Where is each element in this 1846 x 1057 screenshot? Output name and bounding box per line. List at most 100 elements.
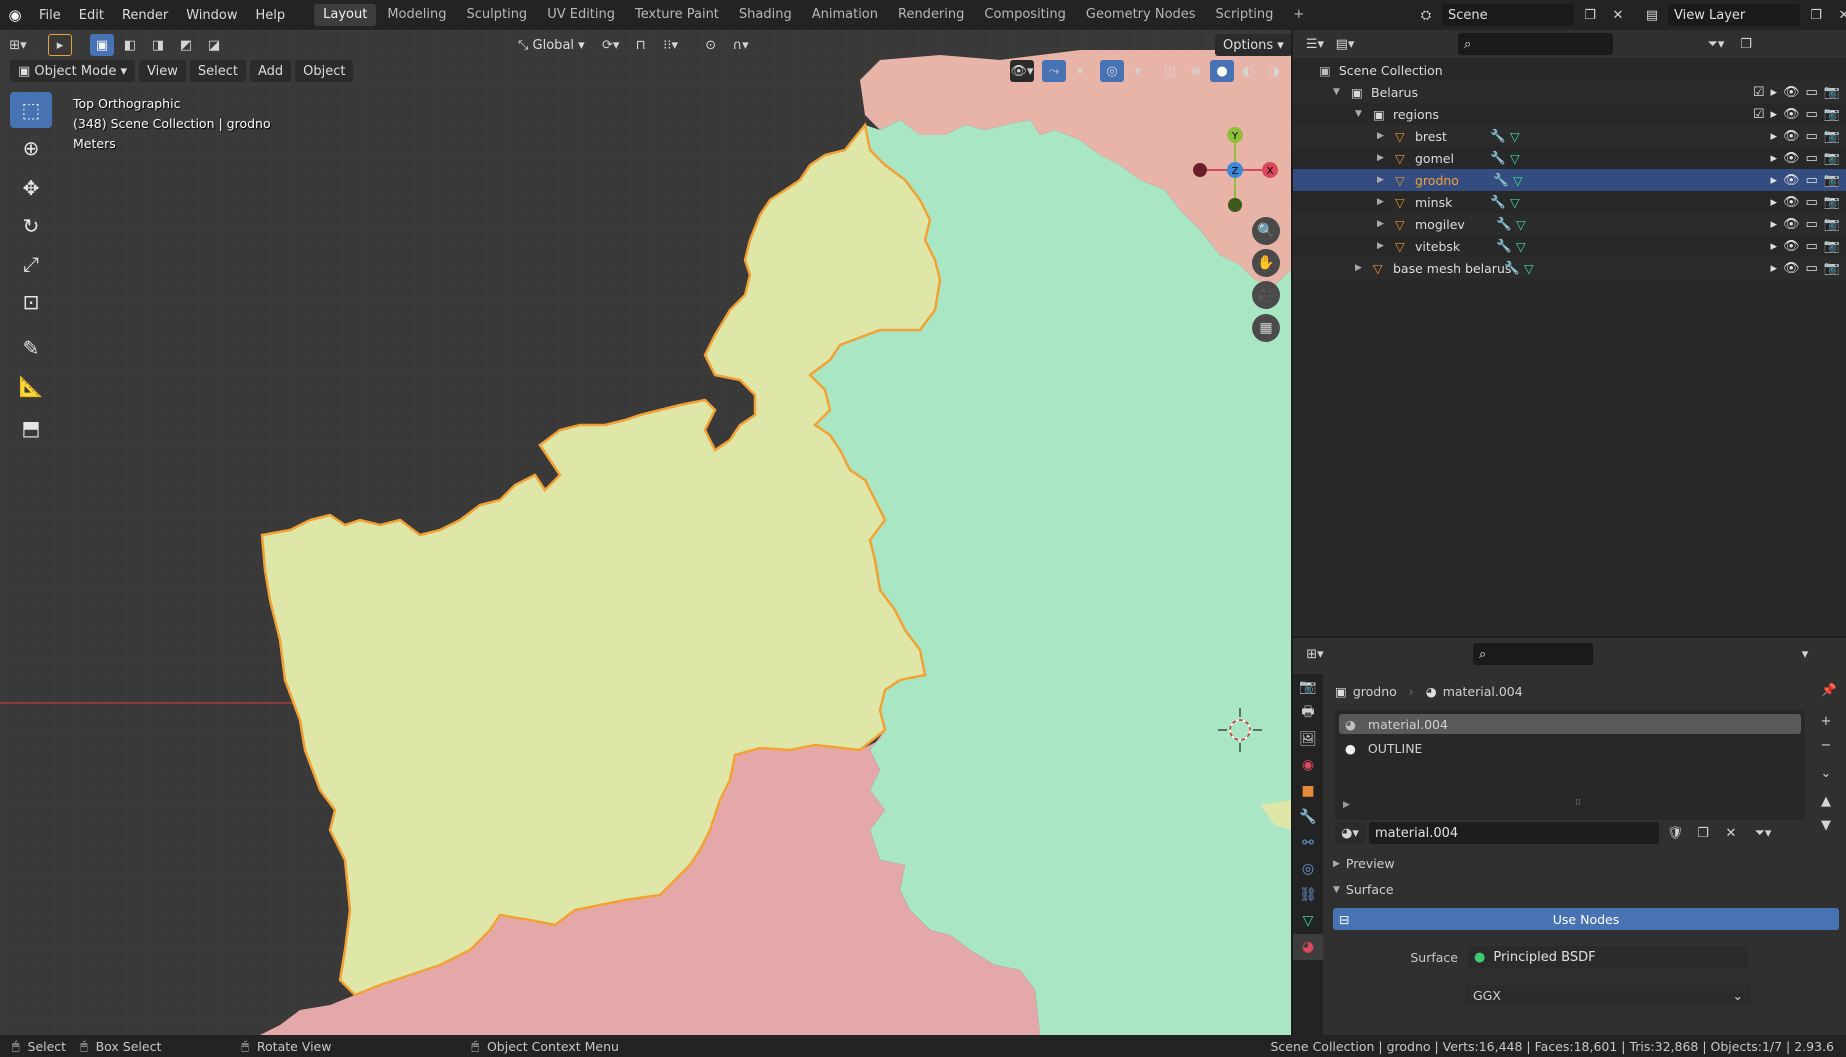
orientation-dropdown[interactable]: ⤡ Global ▾ <box>510 34 593 56</box>
render-camera-icon[interactable]: 📷 <box>1824 173 1840 188</box>
delete-scene-icon[interactable]: ✕ <box>1606 4 1630 26</box>
mesh-data-icon[interactable]: ▽ <box>1510 151 1520 166</box>
add-slot-icon[interactable]: + <box>1814 710 1838 732</box>
material-shading-icon[interactable]: ◐ <box>1236 60 1260 82</box>
options-dropdown[interactable]: Options ▾ <box>1215 34 1291 56</box>
rendered-shading-icon[interactable]: ◑ <box>1262 60 1286 82</box>
viewport-display-icon[interactable]: ▭ <box>1806 217 1818 232</box>
pin-icon[interactable]: 📌 <box>1821 682 1837 698</box>
tab-modeling[interactable]: Modeling <box>378 4 455 26</box>
selectable-toggle-icon[interactable]: ▸ <box>1770 85 1777 100</box>
chevron-right-icon[interactable]: ▶ <box>1377 197 1384 207</box>
falloff-icon[interactable]: ∩▾ <box>729 34 753 56</box>
proportional-edit-icon[interactable]: ⊙ <box>699 34 723 56</box>
viewport-display-icon[interactable]: ▭ <box>1806 173 1818 188</box>
tab-layout[interactable]: Layout <box>314 4 377 26</box>
material-slot-row[interactable]: ◕ material.004 <box>1339 714 1801 734</box>
tab-animation[interactable]: Animation <box>803 4 887 26</box>
mode-dropdown[interactable]: ▣ Object Mode ▾ <box>10 60 135 82</box>
blender-logo-icon[interactable]: ◉ <box>0 6 30 24</box>
outliner-search[interactable]: ⌕ <box>1458 33 1613 55</box>
preview-panel-header[interactable]: ▶ Preview <box>1333 856 1395 871</box>
modifier-icon[interactable]: 🔧 <box>1504 260 1520 276</box>
render-camera-icon[interactable]: 📷 <box>1824 85 1840 100</box>
tab-rendering[interactable]: Rendering <box>889 4 973 26</box>
menu-view[interactable]: View <box>139 60 186 82</box>
material-slot-list[interactable]: ◕ material.004 ● OUTLINE ▶ ⁞⁞ <box>1335 710 1805 820</box>
add-workspace-button[interactable]: + <box>1284 4 1313 26</box>
selectable-toggle-icon[interactable]: ▸ <box>1770 173 1777 188</box>
unlink-material-icon[interactable]: ✕ <box>1719 822 1743 844</box>
snap-target-icon[interactable]: ⁝⁝▾ <box>659 34 683 56</box>
modifier-icon[interactable]: 🔧 <box>1490 194 1506 210</box>
world-tab-icon[interactable]: ◉ <box>1293 752 1323 778</box>
visibility-icon[interactable]: 👁▾ <box>1010 60 1034 82</box>
menu-render[interactable]: Render <box>113 8 177 23</box>
camera-view-icon[interactable]: 🎥 <box>1252 281 1280 309</box>
measure-tool[interactable]: 📐 <box>10 368 52 404</box>
modifier-tab-icon[interactable]: 🔧 <box>1293 804 1323 830</box>
mesh-data-icon[interactable]: ▽ <box>1510 195 1520 210</box>
eye-icon[interactable]: 👁 <box>1783 107 1800 122</box>
surface-shader-field[interactable]: ● Principled BSDF <box>1468 946 1748 968</box>
ortho-grid-icon[interactable]: ▦ <box>1252 314 1280 342</box>
tab-texture-paint[interactable]: Texture Paint <box>626 4 728 26</box>
new-view-layer-icon[interactable]: ❐ <box>1804 4 1828 26</box>
delete-view-layer-icon[interactable]: ✕ <box>1832 4 1846 26</box>
outliner-row[interactable]: ▶ ▽ grodno 🔧 ▽ ▸ 👁 ▭ 📷 <box>1293 169 1846 191</box>
object-tab-icon[interactable]: ■ <box>1293 778 1323 804</box>
constraints-tab-icon[interactable]: ⛓ <box>1293 882 1323 908</box>
gizmo-dropdown-icon[interactable]: ▾ <box>1068 60 1092 82</box>
eye-icon[interactable]: 👁 <box>1783 195 1800 210</box>
outliner-row-scene-collection[interactable]: ▣ Scene Collection <box>1293 59 1846 81</box>
selectable-toggle-icon[interactable]: ▸ <box>1770 217 1777 232</box>
outliner-row[interactable]: ▶ ▽ gomel 🔧 ▽ ▸ 👁 ▭ 📷 <box>1293 147 1846 169</box>
eye-icon[interactable]: 👁 <box>1783 173 1800 188</box>
display-mode-icon[interactable]: ▤▾ <box>1333 33 1357 55</box>
select-invert-icon[interactable]: ◩ <box>174 34 198 56</box>
rotate-tool[interactable]: ↻ <box>10 208 52 244</box>
eye-icon[interactable]: 👁 <box>1783 85 1800 100</box>
scene-field[interactable]: Scene <box>1442 4 1574 26</box>
eye-icon[interactable]: 👁 <box>1783 217 1800 232</box>
remove-slot-icon[interactable]: − <box>1814 734 1838 756</box>
select-subtract-icon[interactable]: ◨ <box>146 34 170 56</box>
link-options-icon[interactable]: ⏷▾ <box>1751 822 1775 844</box>
selectable-toggle-icon[interactable]: ▸ <box>1770 107 1777 122</box>
tab-uv-editing[interactable]: UV Editing <box>538 4 624 26</box>
viewport-display-icon[interactable]: ▭ <box>1806 151 1818 166</box>
new-scene-icon[interactable]: ❐ <box>1578 4 1602 26</box>
fake-user-icon[interactable]: 🛡 <box>1663 822 1687 844</box>
browse-material-icon[interactable]: ◕▾ <box>1335 822 1365 844</box>
chevron-right-icon[interactable]: ▶ <box>1355 263 1362 273</box>
distribution-dropdown[interactable]: GGX ⌄ <box>1465 985 1751 1005</box>
menu-help[interactable]: Help <box>247 8 295 23</box>
menu-file[interactable]: File <box>30 8 70 23</box>
render-camera-icon[interactable]: 📷 <box>1824 261 1840 276</box>
modifier-icon[interactable]: 🔧 <box>1490 128 1506 144</box>
selectable-toggle-icon[interactable]: ▸ <box>1770 195 1777 210</box>
annotate-tool[interactable]: ✎ <box>10 330 52 366</box>
menu-select[interactable]: Select <box>189 60 246 82</box>
selectable-toggle-icon[interactable]: ▸ <box>1770 261 1777 276</box>
properties-search[interactable]: ⌕ <box>1473 643 1593 665</box>
scale-tool[interactable]: ⤢ <box>10 246 52 282</box>
wireframe-shading-icon[interactable]: ⊕ <box>1184 60 1208 82</box>
select-box-tool[interactable]: ⬚ <box>10 92 52 128</box>
exclude-checkbox[interactable]: ☑ <box>1753 85 1765 100</box>
outliner-row[interactable]: ▶ ▽ brest 🔧 ▽ ▸ 👁 ▭ 📷 <box>1293 125 1846 147</box>
view-layer-icon[interactable]: ▤ <box>1640 4 1664 26</box>
filter-icon[interactable]: ⏷▾ <box>1704 33 1728 55</box>
render-tab-icon[interactable]: 📷 <box>1293 674 1323 700</box>
move-tool[interactable]: ✥ <box>10 170 52 206</box>
selectable-toggle-icon[interactable]: ▸ <box>1770 129 1777 144</box>
chevron-right-icon[interactable]: ▶ <box>1377 175 1384 185</box>
render-camera-icon[interactable]: 📷 <box>1824 217 1840 232</box>
material-slot-row[interactable]: ● OUTLINE <box>1339 738 1801 758</box>
selectable-toggle-icon[interactable]: ▸ <box>1770 151 1777 166</box>
mesh-data-icon[interactable]: ▽ <box>1524 261 1534 276</box>
xray-icon[interactable]: ◫ <box>1158 60 1182 82</box>
mesh-data-icon[interactable]: ▽ <box>1510 129 1520 144</box>
properties-editor-icon[interactable]: ⊞▾ <box>1303 643 1327 665</box>
viewport-display-icon[interactable]: ▭ <box>1806 239 1818 254</box>
